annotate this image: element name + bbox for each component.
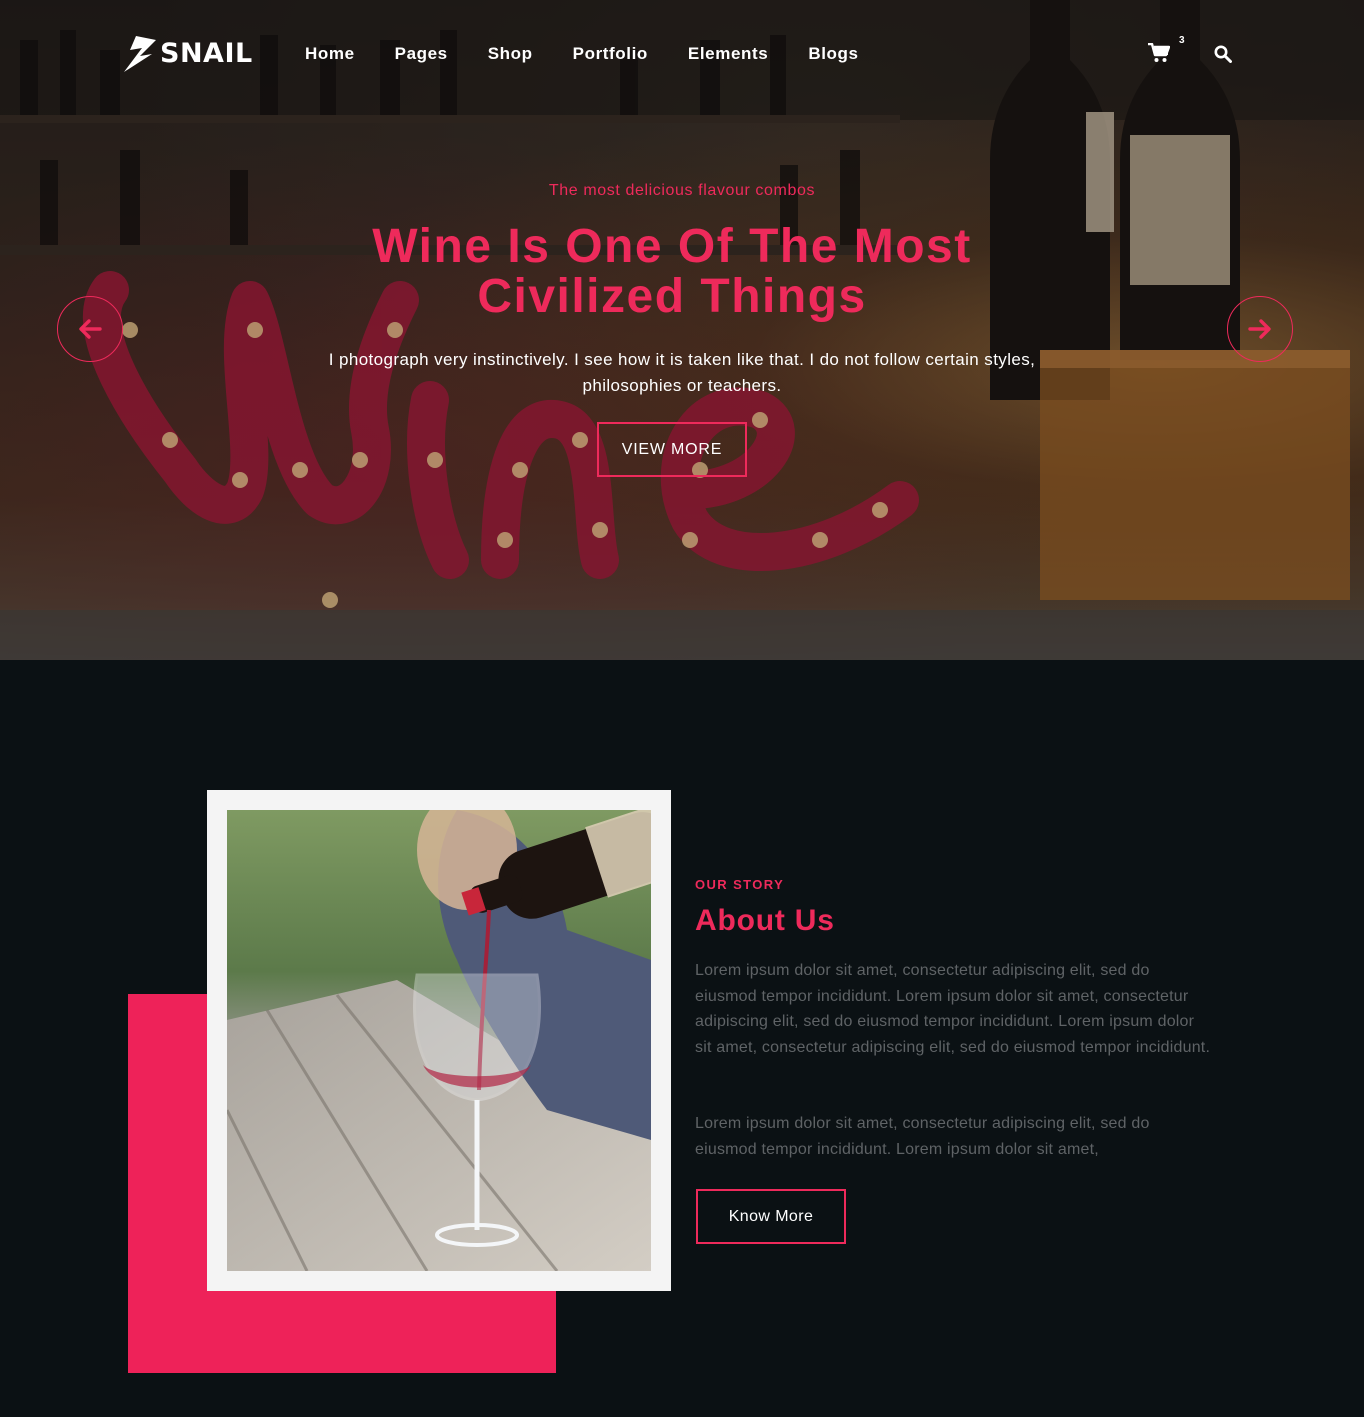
nav-home[interactable]: Home [305,44,355,64]
arrow-right-icon [1248,319,1271,339]
cart-count-badge: 3 [1179,35,1185,46]
nav-pages[interactable]: Pages [395,44,448,64]
wine-pouring-photo [227,810,651,1271]
nav-blogs[interactable]: Blogs [808,44,858,64]
nav-shop[interactable]: Shop [488,44,533,64]
arrow-left-icon [79,319,102,339]
know-more-button[interactable]: Know More [696,1189,846,1244]
search-icon[interactable] [1214,45,1232,63]
hero-subtitle: The most delicious flavour combos [548,182,816,199]
cart-icon[interactable] [1148,43,1170,63]
hero-title: Wine Is One Of The Most Civilized Things [372,220,972,323]
logo-text: SNAIL [160,37,253,69]
main-nav: Home Pages Shop Portfolio Elements Blogs [305,44,899,64]
slider-prev-button[interactable] [57,296,123,362]
section-eyebrow: OUR STORY [695,877,785,892]
view-more-button[interactable]: VIEW MORE [597,422,747,477]
about-photo-frame [207,790,671,1291]
nav-elements[interactable]: Elements [688,44,768,64]
about-paragraph-1: Lorem ipsum dolor sit amet, consectetur … [695,962,1211,1056]
slider-next-button[interactable] [1227,296,1293,362]
hero-slider: SNAIL Home Pages Shop Portfolio Elements… [0,0,1364,660]
about-title: About Us [695,904,835,937]
site-logo[interactable]: SNAIL [122,34,253,72]
about-paragraph-2: Lorem ipsum dolor sit amet, consectetur … [695,1115,1150,1158]
hero-description: I photograph very instinctively. I see h… [328,350,1036,395]
hero-dark-overlay [0,0,1364,660]
nav-portfolio[interactable]: Portfolio [573,44,648,64]
snail-logo-icon [124,36,156,72]
